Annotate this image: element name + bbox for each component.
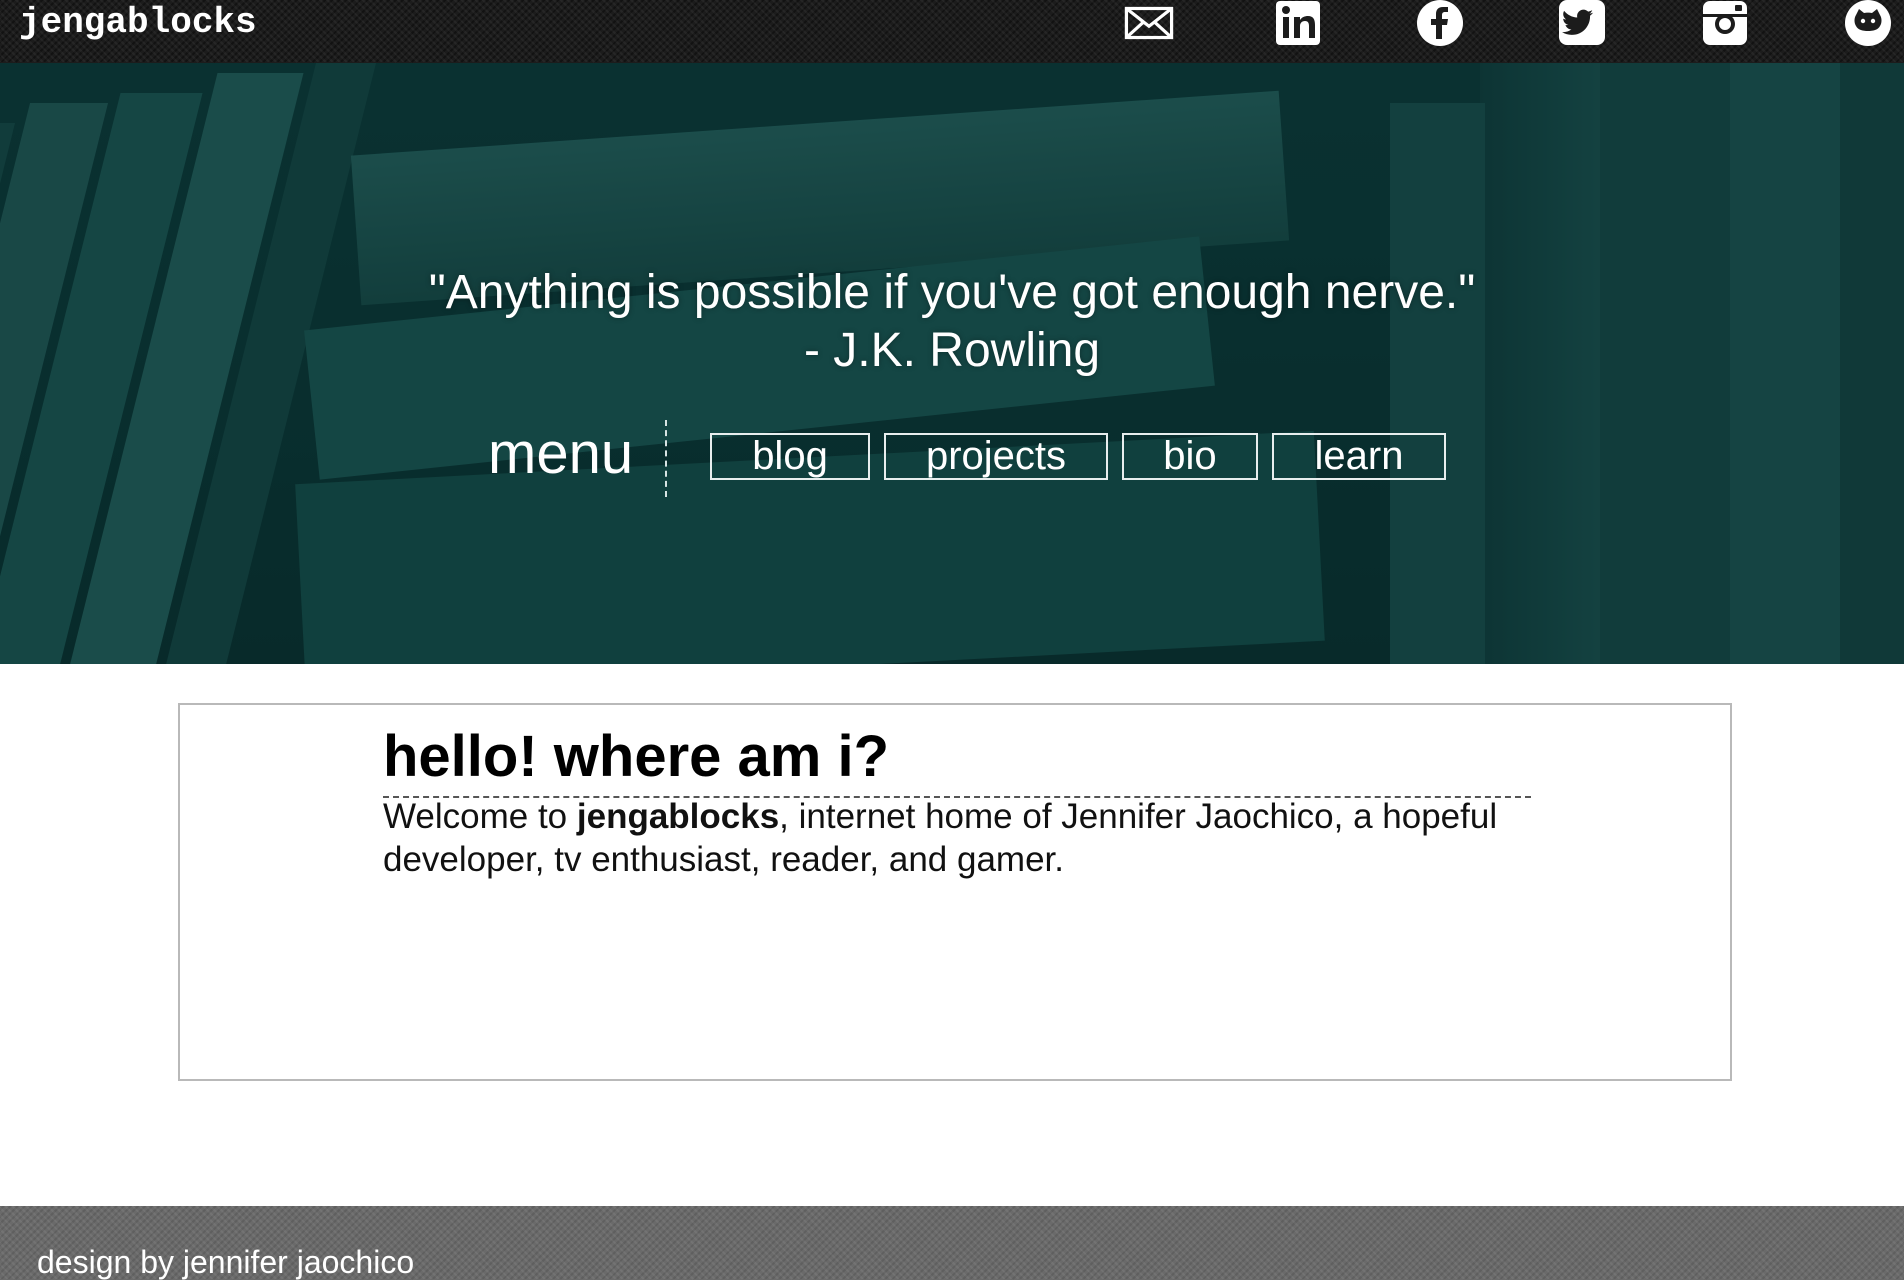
hero-banner: "Anything is possible if you've got enou… <box>0 63 1904 664</box>
quote-text: "Anything is possible if you've got enou… <box>428 266 1476 319</box>
twitter-icon[interactable] <box>1557 0 1607 46</box>
hero-quote: "Anything is possible if you've got enou… <box>0 264 1904 380</box>
menu-divider <box>665 420 667 497</box>
nav-blog-button[interactable]: blog <box>710 433 870 480</box>
intro-paragraph: Welcome to jengablocks, internet home of… <box>383 795 1543 881</box>
email-icon[interactable] <box>1124 0 1174 46</box>
nav-bio-button[interactable]: bio <box>1122 433 1258 480</box>
intro-text-prefix: Welcome to <box>383 797 577 836</box>
menu-label: menu <box>488 421 634 486</box>
footer: design by jennifer jaochico <box>0 1206 1904 1280</box>
site-title[interactable]: jengablocks <box>19 2 257 43</box>
top-bar: jengablocks <box>0 0 1904 63</box>
instagram-icon[interactable] <box>1700 0 1750 46</box>
intro-card: hello! where am i? Welcome to jengablock… <box>178 703 1732 1081</box>
quote-author: - J.K. Rowling <box>803 324 1101 377</box>
linkedin-icon[interactable] <box>1273 0 1323 46</box>
nav-learn-button[interactable]: learn <box>1272 433 1446 480</box>
nav-projects-button[interactable]: projects <box>884 433 1108 480</box>
footer-credit: design by jennifer jaochico <box>37 1244 415 1280</box>
facebook-icon[interactable] <box>1415 0 1465 46</box>
github-icon[interactable] <box>1843 0 1893 46</box>
intro-heading: hello! where am i? <box>383 725 1531 798</box>
intro-site-name: jengablocks <box>576 797 780 836</box>
